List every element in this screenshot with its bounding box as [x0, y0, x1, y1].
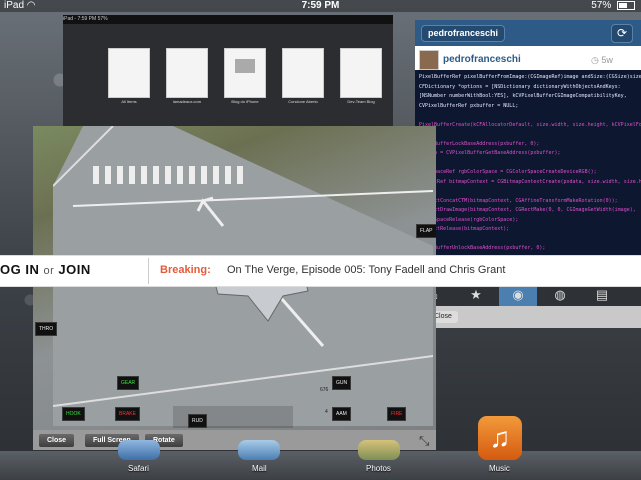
- username-button[interactable]: pedrofranceschi: [421, 25, 506, 42]
- join-link[interactable]: JOIN: [58, 262, 90, 277]
- gun-ammo-count: 676: [320, 387, 329, 393]
- login-join-links: OG IN or JOIN: [0, 262, 91, 277]
- refresh-icon[interactable]: ⟳: [611, 24, 633, 43]
- code-line: ContextDrawImage(bitmapContext, CGRectMa…: [419, 207, 636, 213]
- camera-icon[interactable]: ◉: [499, 284, 537, 306]
- aam-button[interactable]: AAM: [332, 407, 351, 421]
- music-icon[interactable]: ♫: [478, 416, 522, 460]
- code-line: PixelBufferRef pixelBufferFromImage:(CGI…: [419, 74, 641, 80]
- carrier-label: iPad: [4, 0, 25, 11]
- code-line: ContextConcatCTM(bitmapContext, CGAffine…: [419, 197, 618, 204]
- code-line: CVPixelBufferRef pxbuffer = NULL;: [419, 102, 519, 109]
- bookmark-tile-label: Blog do iPhone: [231, 99, 259, 104]
- brake-button[interactable]: BRAKE: [115, 407, 140, 421]
- gear-button[interactable]: GEAR: [117, 376, 140, 390]
- code-line: pxdata = CVPixelBufferGetBaseAddress(pxb…: [419, 150, 561, 156]
- post-timestamp: ◷ 5w: [591, 55, 613, 66]
- status-time: 7:59 PM: [301, 0, 340, 11]
- rudder-label: RUD: [188, 414, 207, 428]
- or-text: or: [43, 265, 55, 277]
- close-button[interactable]: Close: [39, 434, 75, 447]
- avatar[interactable]: [419, 50, 439, 70]
- gun-button[interactable]: GUN: [332, 376, 352, 390]
- flap-button[interactable]: FLAP: [416, 224, 436, 238]
- code-line: [NSNumber numberWithBool:YES], kCVPixelB…: [419, 93, 627, 99]
- star-icon[interactable]: ★: [457, 284, 495, 306]
- code-line: ontextRef bitmapContext = CGBitmapContex…: [419, 178, 641, 185]
- safari-window[interactable]: iPad ◦ 7:59 PM 57% All Items lamadeaux.c…: [63, 15, 393, 135]
- banner-divider: [148, 258, 149, 284]
- verge-breaking-banner: OG IN or JOIN Breaking: On The Verge, Ep…: [0, 255, 641, 287]
- bookmark-tile[interactable]: Conclone Aberto: [282, 48, 324, 104]
- bookmark-tile-label: lamadeaux.com: [172, 99, 202, 104]
- battery-icon: [617, 0, 635, 10]
- breaking-label: Breaking:: [160, 264, 211, 276]
- code-line: olorSpaceRef rgbColorSpace = CGColorSpac…: [419, 169, 597, 175]
- fire-button[interactable]: FIRE: [387, 407, 407, 421]
- bookmark-tile[interactable]: lamadeaux.com: [166, 48, 208, 104]
- bookmark-tile[interactable]: Dev-Team Blog: [340, 48, 382, 104]
- dock-label-photos: Photos: [366, 464, 391, 473]
- hook-button[interactable]: HOOK: [62, 407, 85, 421]
- safari-app-icon[interactable]: [118, 440, 160, 460]
- instagram-window[interactable]: pedrofranceschi ⟳ pedrofranceschi ◷ 5w P…: [415, 20, 641, 256]
- status-bar: 7:59 PM iPad ◠ 57%: [0, 0, 641, 12]
- thumbnail-image: [235, 59, 255, 73]
- bookmark-tile-label: Conclone Aberto: [288, 99, 318, 104]
- battery-percent: 57%: [591, 0, 612, 11]
- bookmark-tile[interactable]: All Items: [108, 48, 150, 104]
- ipad-dock: [0, 451, 641, 480]
- dock-label-safari: Safari: [128, 464, 149, 473]
- status-battery: 57%: [591, 0, 635, 12]
- profile-card-icon[interactable]: ▤: [583, 284, 621, 306]
- bookmark-tile-label: All Items: [121, 99, 137, 104]
- dock-label-mail: Mail: [252, 464, 267, 473]
- login-link[interactable]: OG IN: [0, 262, 39, 277]
- mail-app-icon[interactable]: [238, 440, 280, 460]
- code-line: PixelBufferUnlockBaseAddress(pxbuffer, 0…: [419, 245, 546, 251]
- status-carrier: iPad ◠: [4, 0, 36, 12]
- post-time-value: 5w: [601, 55, 613, 65]
- code-line: PixelBufferCreate(kCFAllocatorDefault, s…: [419, 121, 641, 128]
- bookmark-tile-label: Dev-Team Blog: [347, 99, 375, 104]
- missile-count: 4: [325, 409, 328, 415]
- bookmark-tile[interactable]: Blog do iPhone: [224, 48, 266, 104]
- flight-game-window[interactable]: FLAP THRO GEAR GUN 676 HOOK BRAKE RUD 4 …: [33, 126, 436, 450]
- breaking-headline-link[interactable]: On The Verge, Episode 005: Tony Fadell a…: [227, 264, 505, 276]
- code-line: CFDictionary *options = [NSDictionary di…: [419, 83, 621, 90]
- resize-icon[interactable]: ⤡: [419, 433, 429, 449]
- speech-bubble-icon[interactable]: ◍: [541, 284, 579, 306]
- dock-label-music: Music: [489, 464, 510, 473]
- clock-icon: ◷: [591, 55, 602, 65]
- safari-inner-status: iPad ◦ 7:59 PM 57%: [63, 15, 393, 24]
- photos-app-icon[interactable]: [358, 440, 400, 460]
- wifi-icon: ◠: [26, 0, 36, 11]
- code-line: PixelBufferLockBaseAddress(pxbuffer, 0);: [419, 140, 540, 147]
- post-username[interactable]: pedrofranceschi: [443, 54, 521, 65]
- instagram-header: pedrofranceschi ⟳: [415, 20, 641, 46]
- throttle-control[interactable]: THRO: [35, 322, 58, 336]
- instagram-tab-bar: ⌂ ★ ◉ ◍ ▤: [415, 284, 641, 306]
- post-photo[interactable]: PixelBufferRef pixelBufferFromImage:(CGI…: [415, 70, 641, 256]
